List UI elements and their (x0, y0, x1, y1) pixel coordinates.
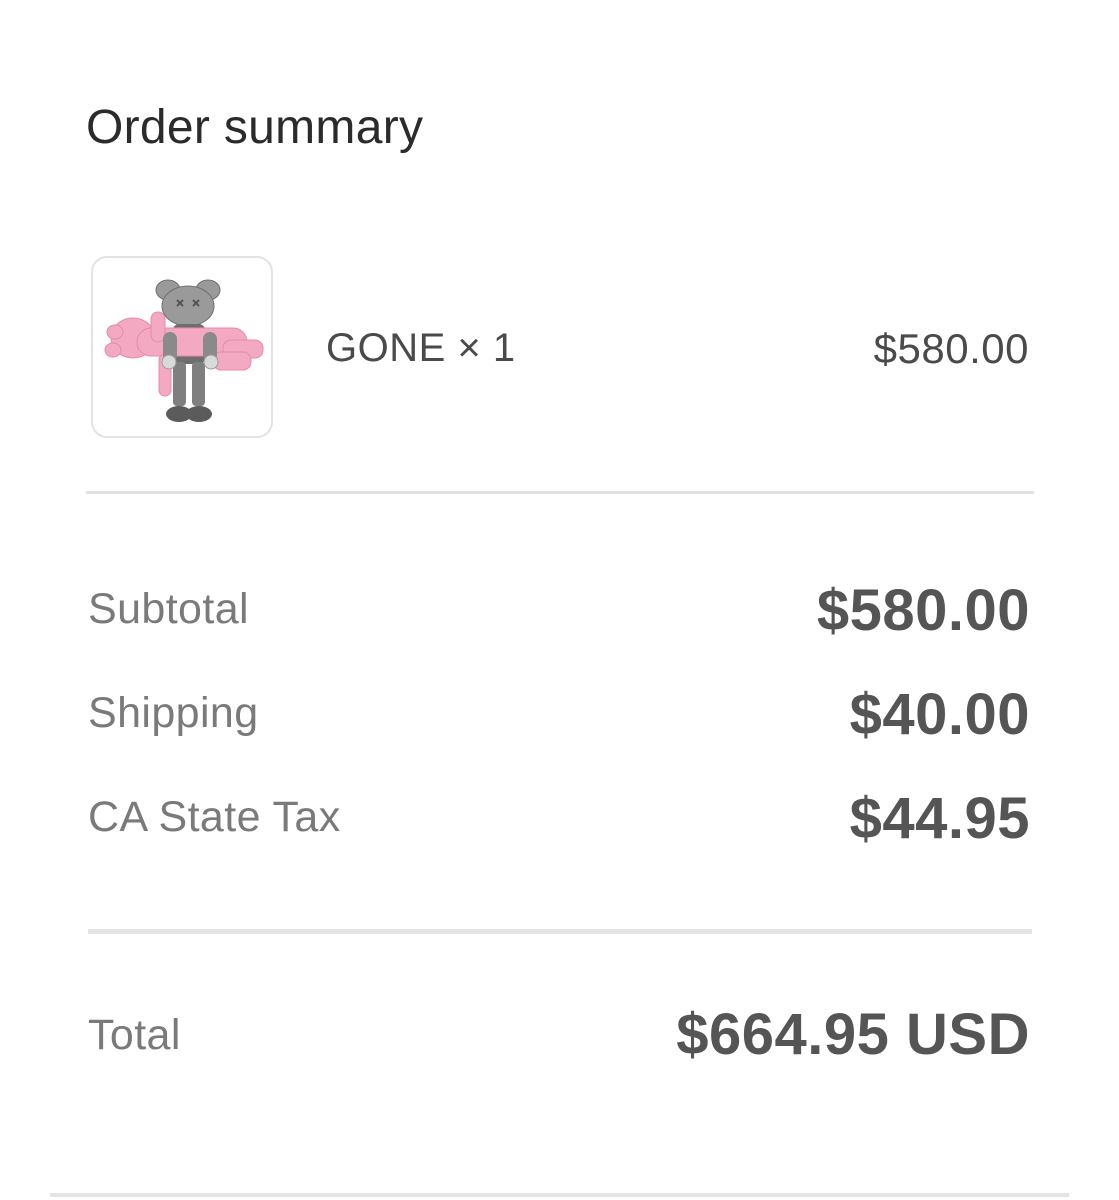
line-item: GONE × 1 $580.00 (86, 254, 1031, 444)
divider (86, 491, 1034, 494)
total-value: $664.95 USD (676, 1002, 1030, 1067)
total-label: Total (88, 1011, 181, 1059)
page-title: Order summary (86, 101, 424, 154)
shipping-value: $40.00 (849, 682, 1030, 747)
product-name: GONE × 1 (326, 326, 516, 370)
tax-label: CA State Tax (88, 793, 341, 841)
product-price: $580.00 (873, 325, 1029, 372)
tax-row: CA State Tax $44.95 (88, 790, 1030, 860)
subtotal-label: Subtotal (88, 585, 249, 633)
divider (88, 929, 1032, 934)
subtotal-row: Subtotal $580.00 (88, 582, 1030, 652)
total-row: Total $664.95 USD (88, 1006, 1030, 1076)
divider (50, 1193, 1069, 1197)
product-image (91, 256, 273, 438)
shipping-row: Shipping $40.00 (88, 686, 1030, 756)
subtotal-value: $580.00 (816, 578, 1030, 643)
tax-value: $44.95 (849, 786, 1030, 851)
kaws-figure-icon (104, 279, 264, 422)
shipping-label: Shipping (88, 689, 259, 737)
order-summary-panel: Order summary GONE × 1 $580.00 Subtotal … (0, 0, 1119, 1200)
